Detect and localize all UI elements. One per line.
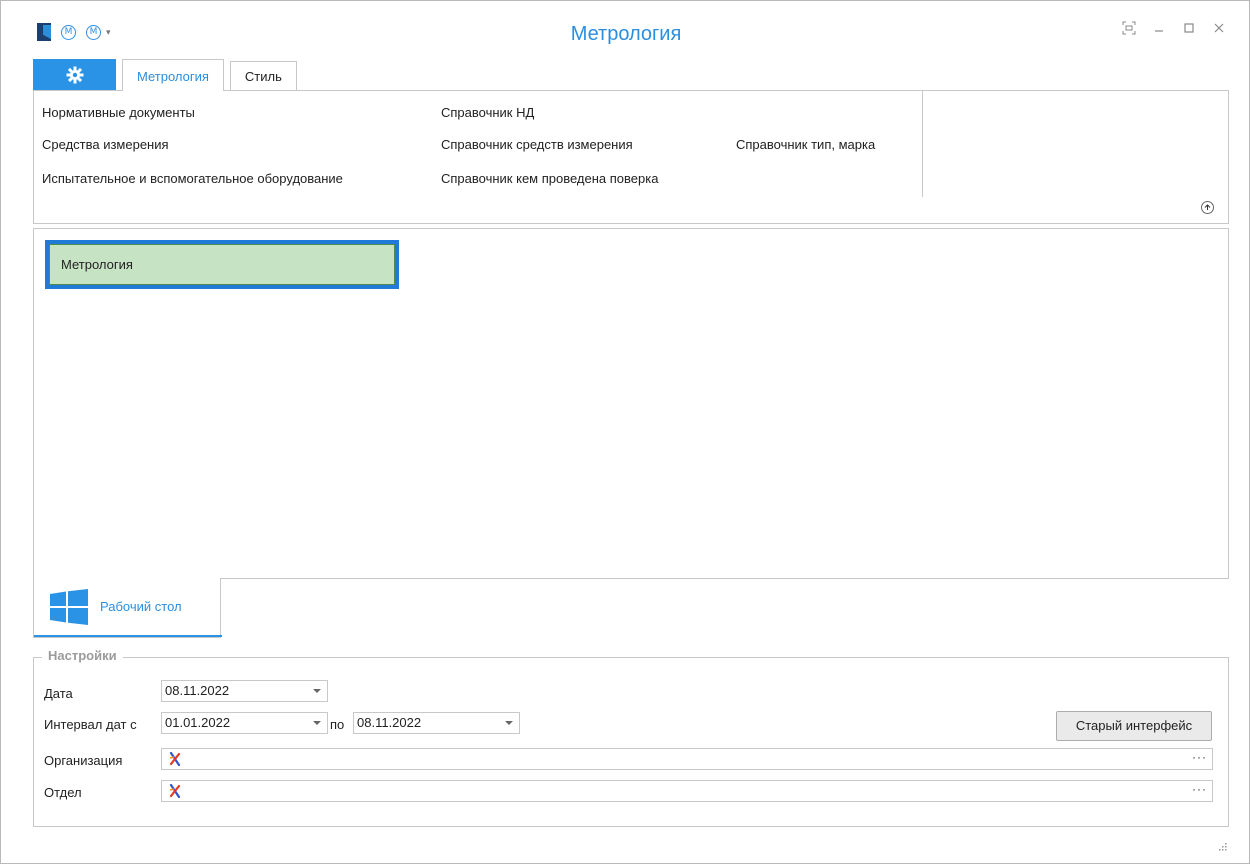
main-window: M M ▾ Метрология Метрология Стиль Нормат… — [0, 0, 1250, 864]
old-interface-button[interactable]: Старый интерфейс — [1056, 711, 1212, 741]
window-title-bar: Метрология — [1, 23, 1250, 46]
ribbon-tabs: Метрология Стиль — [33, 59, 297, 91]
collapse-ribbon-icon[interactable] — [1201, 201, 1214, 214]
ribbon-item-norm-docs[interactable]: Нормативные документы — [42, 105, 195, 120]
maximize-icon[interactable] — [1181, 21, 1197, 39]
ribbon-panel: Нормативные документы Средства измерения… — [33, 90, 1229, 224]
date-value: 08.11.2022 — [165, 683, 230, 698]
date-combo[interactable]: 08.11.2022 — [161, 680, 328, 702]
organization-lookup[interactable]: ··· — [161, 748, 1213, 770]
close-icon[interactable] — [1211, 21, 1227, 39]
department-label: Отдел — [44, 785, 82, 800]
qat-m-button-2[interactable]: M — [86, 24, 101, 40]
window-title: Метрология — [570, 23, 682, 45]
ellipsis-icon[interactable]: ··· — [1192, 782, 1207, 796]
ellipsis-icon[interactable]: ··· — [1192, 750, 1207, 764]
qat-m-button-1[interactable]: M — [61, 24, 76, 40]
minimize-icon[interactable] — [1151, 21, 1167, 39]
clear-value-icon[interactable] — [168, 784, 182, 798]
tab-desktop[interactable]: Рабочий стол — [33, 578, 222, 638]
settings-group: Настройки Дата 08.11.2022 Интервал дат с… — [33, 648, 1229, 827]
ribbon-item-test-equipment[interactable]: Испытательное и вспомогательное оборудов… — [42, 171, 343, 186]
interval-from-value: 01.01.2022 — [165, 715, 231, 730]
ribbon-item-ref-measuring-tools[interactable]: Справочник средств измерения — [441, 137, 633, 152]
interval-label: Интервал дат с — [44, 717, 137, 732]
ribbon-item-ref-verified-by[interactable]: Справочник кем проведена поверка — [441, 171, 658, 186]
chevron-down-icon[interactable] — [313, 721, 321, 725]
interval-from-combo[interactable]: 01.01.2022 — [161, 712, 328, 734]
clear-value-icon[interactable] — [168, 752, 182, 766]
resize-grip-icon[interactable] — [1217, 843, 1227, 853]
interval-to-combo[interactable]: 08.11.2022 — [353, 712, 520, 734]
app-logo-icon[interactable] — [37, 23, 51, 41]
department-lookup[interactable]: ··· — [161, 780, 1213, 802]
organization-label: Организация — [44, 753, 123, 768]
windows-logo-icon — [50, 589, 88, 625]
gear-icon — [66, 66, 83, 84]
date-label: Дата — [44, 686, 73, 701]
chevron-down-icon[interactable] — [505, 721, 513, 725]
tab-style[interactable]: Стиль — [229, 61, 297, 91]
chevron-down-icon[interactable] — [313, 689, 321, 693]
fullscreen-icon[interactable] — [1121, 21, 1137, 39]
metrology-tile[interactable]: Метрология — [45, 240, 399, 289]
quick-access-toolbar: M M ▾ — [37, 23, 111, 41]
interval-to-label: по — [330, 717, 345, 732]
qat-dropdown-icon[interactable]: ▾ — [106, 27, 111, 38]
interval-to-value: 08.11.2022 — [357, 715, 422, 730]
ribbon-item-ref-nd[interactable]: Справочник НД — [441, 105, 534, 120]
ribbon-item-ref-type-brand[interactable]: Справочник тип, марка — [736, 137, 875, 152]
tab-metrology[interactable]: Метрология — [122, 59, 224, 91]
ribbon-item-measuring-tools[interactable]: Средства измерения — [42, 137, 169, 152]
settings-tab[interactable] — [33, 59, 116, 91]
desktop-workarea: Метрология — [33, 228, 1229, 579]
tab-desktop-underline — [34, 635, 222, 637]
settings-legend: Настройки — [42, 648, 123, 663]
window-controls — [1121, 21, 1227, 39]
tab-desktop-label: Рабочий стол — [100, 599, 182, 614]
ribbon-divider — [922, 91, 923, 197]
